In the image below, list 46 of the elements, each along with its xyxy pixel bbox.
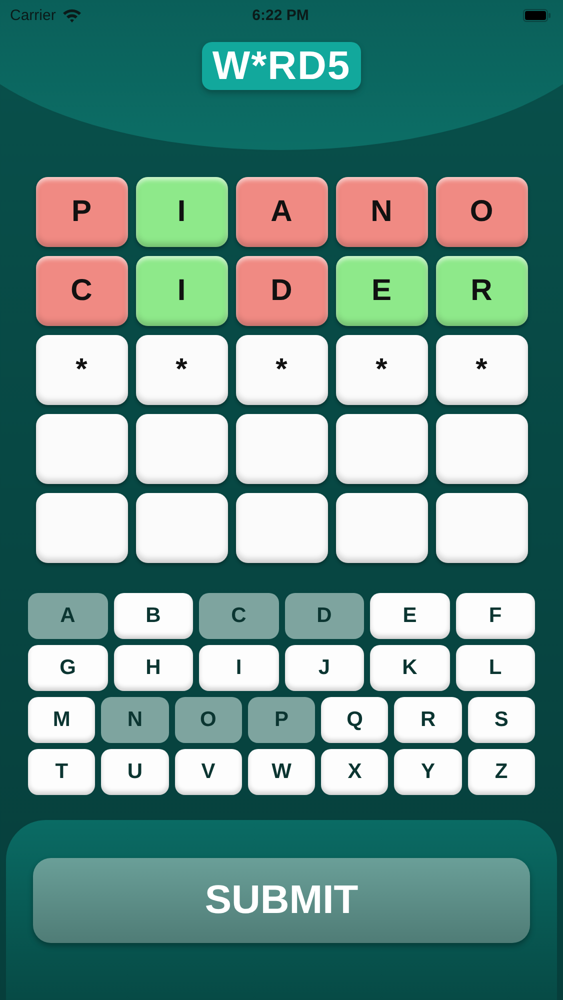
letter-key[interactable]: S <box>468 697 535 743</box>
letter-tile: * <box>36 335 128 405</box>
letter-tile: C <box>36 256 128 326</box>
letter-key[interactable]: A <box>28 593 108 639</box>
letter-tile: * <box>336 335 428 405</box>
letter-tile: E <box>336 256 428 326</box>
letter-tile: I <box>136 177 228 247</box>
logo: W*RD5 <box>202 42 361 90</box>
letter-key[interactable]: U <box>101 749 169 795</box>
carrier-label: Carrier <box>10 6 56 24</box>
clock-label: 6:22 PM <box>252 6 309 24</box>
letter-key[interactable]: T <box>28 749 96 795</box>
letter-tile: I <box>136 256 228 326</box>
letter-key[interactable]: O <box>174 697 242 743</box>
letter-key[interactable]: X <box>321 749 388 795</box>
letter-tile: N <box>336 177 428 247</box>
battery-icon <box>522 8 551 22</box>
letter-key[interactable]: H <box>114 645 193 691</box>
letter-key[interactable]: L <box>456 645 535 691</box>
letter-tile: O <box>436 177 528 247</box>
letter-key[interactable]: Q <box>321 697 388 743</box>
letter-key[interactable]: P <box>248 697 316 743</box>
letter-tile: * <box>136 335 228 405</box>
letter-key[interactable]: G <box>28 645 108 691</box>
letter-key[interactable]: V <box>174 749 242 795</box>
letter-key[interactable]: K <box>370 645 450 691</box>
letter-key[interactable]: Z <box>468 749 535 795</box>
letter-key[interactable]: C <box>199 593 278 639</box>
letter-key[interactable]: E <box>370 593 450 639</box>
letter-key[interactable]: F <box>456 593 535 639</box>
letter-key[interactable]: J <box>284 645 364 691</box>
letter-tile: D <box>236 256 328 326</box>
letter-tile: R <box>436 256 528 326</box>
letter-key[interactable]: B <box>114 593 193 639</box>
letter-key[interactable]: D <box>284 593 364 639</box>
letter-tile: * <box>236 335 328 405</box>
letter-key[interactable]: W <box>248 749 316 795</box>
letter-tile: * <box>436 335 528 405</box>
letter-key[interactable]: M <box>28 697 96 743</box>
letter-tile: A <box>236 177 328 247</box>
wifi-icon <box>62 8 82 22</box>
letter-key[interactable]: Y <box>394 749 462 795</box>
letter-key[interactable]: N <box>101 697 169 743</box>
letter-tile: P <box>36 177 128 247</box>
letter-key[interactable]: I <box>199 645 278 691</box>
letter-key[interactable]: R <box>394 697 462 743</box>
